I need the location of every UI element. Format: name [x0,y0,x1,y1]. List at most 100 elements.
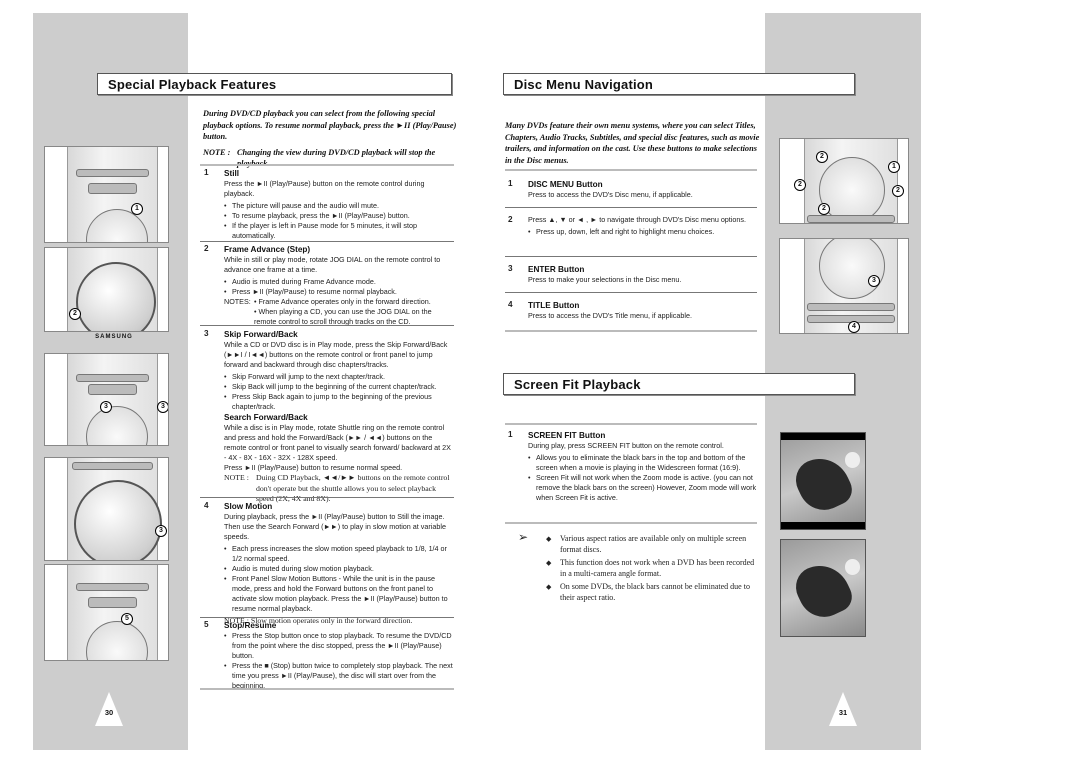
bullet: Allows you to eliminate the black bars i… [528,453,758,473]
divider [505,256,757,257]
callout-2-left: 2 [794,179,806,191]
item-text: While in still or play mode, rotate JOG … [224,255,441,274]
bullet: Skip Back will jump to the beginning of … [224,382,454,392]
notes-block: NOTES: • Frame Advance operates only in … [224,297,454,327]
item-slow-motion: 4 Slow Motion During playback, press the… [204,501,454,627]
note-line: • Frame Advance operates only in the for… [254,297,431,306]
note-text: Duing CD Playback, ◄◄/►► buttons on the … [256,473,450,503]
item-number: 1 [508,430,513,439]
jog-dial [76,262,156,331]
tip-item: On some DVDs, the black bars cannot be e… [546,582,756,603]
divider [505,423,757,425]
divider [505,169,757,171]
illustration-remote-play-pause: 1 [44,146,169,243]
divider [200,688,454,690]
item-number: 5 [204,620,209,629]
brand-label: SAMSUNG [95,334,133,340]
black-bar-top [781,433,865,440]
callout-2-down: 2 [818,203,830,215]
item-number: 3 [508,264,513,273]
tip-item: This function does not work when a DVD h… [546,558,756,579]
note-label: NOTE : [203,147,231,157]
bullet: Press Skip Back again to jump to the beg… [224,392,454,412]
section-title-screen-fit: Screen Fit Playback [503,373,855,395]
item-skip: 3 Skip Forward/Back While a CD or DVD di… [204,329,454,505]
item-heading: TITLE Button [528,301,580,310]
remote-control-image [67,248,158,331]
callout-3: 3 [155,525,167,537]
item-heading: Skip Forward/Back [224,330,298,339]
item-heading: Still [224,169,240,178]
item-text: Press to access the DVD's Title menu, if… [528,311,692,320]
bullet: Each press increases the slow motion spe… [224,544,454,564]
item-number: 1 [508,179,513,188]
item-text: Press ▲, ▼ or ◄ , ► to navigate through … [528,215,746,224]
item-text: During play, press SCREEN FIT button on … [528,441,724,450]
item-screen-fit-button: 1 SCREEN FIT Button During play, press S… [508,430,758,503]
callout-4: 4 [848,321,860,333]
bullet: Press the ■ (Stop) button twice to compl… [224,661,454,691]
search-note: NOTE : Duing CD Playback, ◄◄/►► buttons … [224,473,454,505]
divider [200,497,454,498]
page-number: 30 [104,708,114,717]
item-disc-menu-button: 1 DISC MENU Button Press to access the D… [508,179,758,200]
divider [505,522,757,524]
callout-3-left: 3 [100,401,112,413]
bullet: The picture will pause and the audio wil… [224,201,454,211]
divider [505,292,757,293]
bullet: To resume playback, press the ►II (Play/… [224,211,454,221]
item-navigate: 2 Press ▲, ▼ or ◄ , ► to navigate throug… [508,215,758,237]
divider [200,325,454,326]
button-row [76,583,149,591]
note-text: Changing the view during DVD/CD playback… [237,147,436,169]
nav-pad [819,157,885,223]
intro-note: NOTE : Changing the view during DVD/CD p… [203,147,458,170]
divider [200,617,454,618]
button-row [76,374,149,382]
disc-menu-intro: Many DVDs feature their own menu systems… [505,120,760,170]
bullet: Press ►II (Play/Pause) to resume normal … [224,287,454,297]
item-title-button: 4 TITLE Button Press to access the DVD's… [508,300,758,321]
screen-fit-photo [780,539,866,637]
bullet: Audio is muted during Frame Advance mode… [224,277,454,287]
item-text: While a CD or DVD disc is in Play mode, … [224,340,448,369]
illustration-remote-shuttle-ring: 3 [44,457,169,561]
black-bar-bottom [781,522,865,529]
bullet: Screen Fit will not work when the Zoom m… [528,473,758,503]
button-row [72,462,153,470]
bullet: Front Panel Slow Motion Buttons - While … [224,574,454,614]
skater-helmet [844,452,860,468]
item-heading: SCREEN FIT Button [528,431,606,440]
item-text: Press the ►II (Play/Pause) button on the… [224,179,425,198]
remote-control-image [67,147,158,242]
callout-5: 5 [121,613,133,625]
bullet: Skip Forward will jump to the next chapt… [224,372,454,382]
item-frame-advance: 2 Frame Advance (Step) While in still or… [204,244,454,327]
item-heading: Stop/Resume [224,621,277,630]
special-playback-intro: During DVD/CD playback you can select fr… [203,108,458,170]
section-title-disc-menu: Disc Menu Navigation [503,73,855,95]
callout-3-right: 3 [157,401,168,413]
item-number: 3 [204,329,209,338]
remote-control-image [804,239,898,333]
item-heading: ENTER Button [528,265,585,274]
item-number: 1 [204,168,209,177]
skater-helmet [844,559,860,575]
item-still: 1 Still Press the ►II (Play/Pause) butto… [204,168,454,241]
illustration-remote-skip-buttons: 3 3 [44,353,169,446]
item-number: 4 [508,300,513,309]
item-number: 2 [508,215,513,224]
bullet: Audio is muted during slow motion playba… [224,564,454,574]
bullet: If the player is left in Pause mode for … [224,221,454,241]
item-text: During playback, press the ►II (Play/Pau… [224,512,446,541]
notes-label: NOTES: [224,297,251,306]
button-row [76,169,149,177]
item-number: 2 [204,244,209,253]
button-row [807,215,895,223]
illustration-remote-stop-button: 5 [44,564,169,661]
divider [200,241,454,242]
callout-1: 1 [131,203,143,215]
callout-2-up: 2 [816,151,828,163]
tip-item: Various aspect ratios are available only… [546,534,756,555]
note-line: • When playing a CD, you can use the JOG… [254,307,432,326]
